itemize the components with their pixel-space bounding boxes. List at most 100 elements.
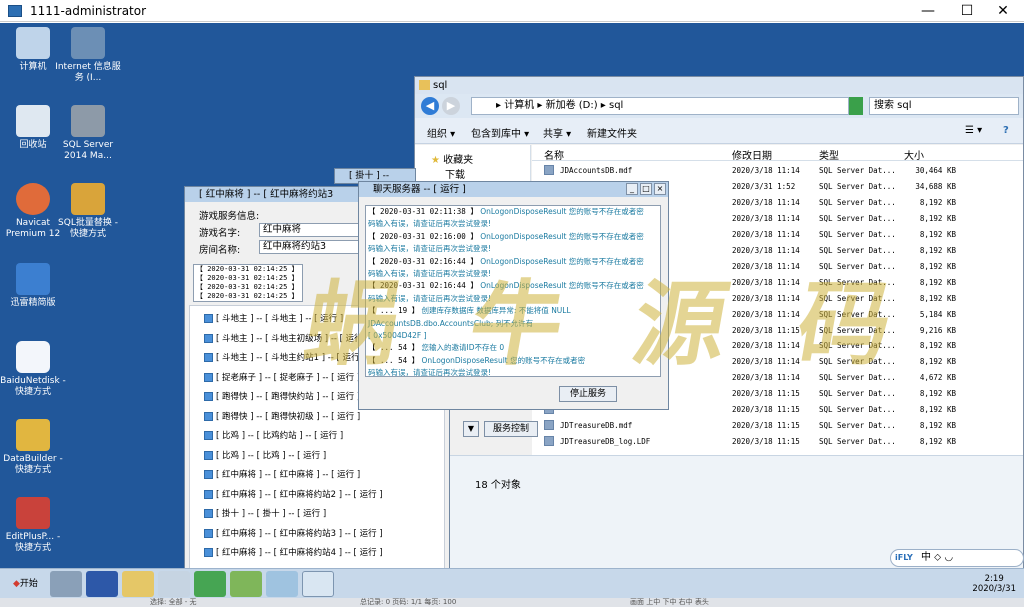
- service-list-item[interactable]: [ 红中麻将 ] -- [ 红中麻将约站2 ] -- [ 运行 ]: [204, 488, 383, 500]
- refresh-icon[interactable]: [849, 97, 863, 115]
- game-service-icon: [204, 314, 213, 323]
- scroll-down-button[interactable]: ▼: [463, 421, 479, 437]
- rdp-title: 1111-administrator: [30, 4, 147, 18]
- service-control-button[interactable]: 服务控制: [484, 421, 538, 437]
- desktop-icon-label: EditPlusP... - 快捷方式: [5, 532, 61, 553]
- include-in-library-menu[interactable]: 包含到库中 ▾: [471, 125, 529, 140]
- file-icon: [544, 420, 554, 431]
- new-folder-button[interactable]: 新建文件夹: [587, 125, 637, 140]
- file-type: SQL Server Dat...: [819, 405, 896, 415]
- file-row[interactable]: JDTreasureDB.mdf 2020/3/18 11:15 SQL Serve…: [532, 417, 1023, 433]
- service-list-item[interactable]: [ 跑得快 ] -- [ 跑得快约站 ] -- [ 运行 ]: [204, 390, 360, 402]
- file-size: 8,192 KB: [919, 213, 956, 223]
- status-line-b: 总记录: 0 页码: 1/1 每页: 100: [360, 598, 457, 606]
- explorer-address-bar: ◀ ▶ ▸ 计算机 ▸ 新加卷 (D:) ▸ sql 搜索 sql: [415, 94, 1023, 118]
- service-list-item[interactable]: [ 跑得快 ] -- [ 跑得快初级 ] -- [ 运行 ]: [204, 410, 360, 422]
- minimize-button[interactable]: —: [913, 1, 943, 21]
- log-line: 【 2020-03-31 02:14:25 】: [196, 283, 299, 291]
- game-service-icon: [204, 489, 213, 499]
- ime-toolbar[interactable]: iFLY 中 ⬦ ◡: [890, 549, 1024, 567]
- desktop-icon-sql-server[interactable]: SQL Server 2014 Ma...: [55, 105, 121, 162]
- clock[interactable]: 2:19 2020/3/31: [972, 574, 1016, 594]
- service-list-item[interactable]: [ 红中麻将 ] -- [ 红中麻将 ] -- [ 运行 ]: [204, 468, 360, 480]
- desktop-icon-thunder[interactable]: 迅雷精简版: [0, 263, 66, 309]
- thunder-icon: [16, 263, 50, 295]
- taskbar-powershell-icon[interactable]: [86, 571, 118, 597]
- chat-maximize-button[interactable]: □: [640, 183, 652, 195]
- taskbar-recycle-icon[interactable]: [194, 571, 226, 597]
- desktop-icon-label: 迅雷精简版: [10, 298, 56, 308]
- game-service-icon: [204, 450, 213, 460]
- share-menu[interactable]: 共享 ▾: [543, 125, 571, 140]
- taskbar-chart-icon[interactable]: [230, 571, 262, 597]
- desktop-icon-baidunetdisk[interactable]: BaiduNetdisk - 快捷方式: [0, 341, 66, 398]
- chat-close-button[interactable]: ×: [654, 183, 666, 195]
- stop-service-button[interactable]: 停止服务: [559, 386, 617, 402]
- column-type[interactable]: 类型: [819, 147, 839, 162]
- help-icon[interactable]: ?: [1003, 125, 1009, 136]
- game-service-icon: [204, 372, 213, 382]
- chat-service-title: 聊天服务器 -- [ 运行 ] _ □ ×: [359, 182, 668, 197]
- file-row[interactable]: JDTreasureDB_log.LDF 2020/3/18 11:15 SQL S…: [532, 433, 1023, 449]
- status-line-a: 选择: 全部 - 无: [150, 598, 197, 606]
- forward-button[interactable]: ▶: [442, 97, 460, 115]
- service-list-item[interactable]: [ 红中麻将 ] -- [ 红中麻将约站4 ] -- [ 运行 ]: [204, 546, 383, 558]
- address-path[interactable]: ▸ 计算机 ▸ 新加卷 (D:) ▸ sql: [471, 97, 849, 115]
- maximize-button[interactable]: ☐: [952, 1, 982, 21]
- clock-time: 2:19: [984, 574, 1004, 584]
- back-button[interactable]: ◀: [421, 97, 439, 115]
- close-button[interactable]: ✕: [988, 1, 1018, 21]
- desktop-icon-label: DataBuilder - 快捷方式: [3, 454, 63, 475]
- databuilder-icon: [16, 419, 50, 451]
- service-list-item[interactable]: [ 掛十 ] -- [ 掛十 ] -- [ 运行 ]: [204, 507, 326, 519]
- service-item-label: [ 红中麻将 ] -- [ 红中麻将约站3 ] -- [ 运行 ]: [216, 528, 383, 539]
- taskbar-server-manager-icon[interactable]: [50, 571, 82, 597]
- taskbar-service-icon[interactable]: [302, 571, 334, 597]
- desktop-icon-label: Navicat Premium 12: [5, 218, 61, 239]
- game-service-icon: [204, 509, 213, 518]
- file-type: SQL Server Dat...: [819, 181, 896, 191]
- column-name[interactable]: 名称: [544, 147, 564, 162]
- file-date: 2020/3/18 11:15: [732, 437, 800, 447]
- file-size: 34,688 KB: [915, 181, 956, 191]
- organize-menu[interactable]: 组织 ▾: [427, 125, 455, 140]
- item-count: 18 个对象: [475, 480, 521, 491]
- service-list-item[interactable]: [ 比鸡 ] -- [ 比鸡 ] -- [ 运行 ]: [204, 449, 326, 461]
- start-button[interactable]: ◆开始: [5, 573, 41, 595]
- game-service-icon: [204, 392, 213, 401]
- file-size: 8,192 KB: [919, 421, 956, 431]
- service-list-item[interactable]: [ 红中麻将 ] -- [ 红中麻将约站3 ] -- [ 运行 ]: [204, 527, 383, 539]
- file-name: JDAccountsDB.mdf: [560, 166, 633, 175]
- file-type: SQL Server Dat...: [819, 421, 896, 431]
- taskbar-chat-icon[interactable]: [266, 571, 298, 597]
- desktop-icon-iis[interactable]: Internet 信息服务 (I...: [55, 27, 121, 84]
- service-item-label: [ 红中麻将 ] -- [ 红中麻将约站2 ] -- [ 运行 ]: [216, 489, 383, 500]
- chat-minimize-button[interactable]: _: [626, 183, 638, 195]
- nav-downloads[interactable]: 下载: [445, 166, 465, 181]
- view-options-icon[interactable]: ☰ ▾: [965, 125, 982, 136]
- search-input[interactable]: 搜索 sql: [869, 97, 1019, 115]
- folder-icon: [419, 80, 430, 90]
- chat-service-title-text: 聊天服务器 -- [ 运行 ]: [373, 184, 466, 195]
- desktop-icon-sql-replace[interactable]: SQL批量替换 - 快捷方式: [55, 183, 121, 240]
- column-size[interactable]: 大小: [904, 147, 924, 162]
- nav-favorites[interactable]: ★ 收藏夹: [431, 151, 473, 166]
- file-size: 8,192 KB: [919, 197, 956, 207]
- game-service-icon: [204, 470, 213, 479]
- desktop-icon-editplus[interactable]: EditPlusP... - 快捷方式: [0, 497, 66, 554]
- service-item-label: [ 跑得快 ] -- [ 跑得快约站 ] -- [ 运行 ]: [216, 392, 361, 402]
- file-type: SQL Server Dat...: [819, 166, 896, 175]
- chat-log-line: 【 2020-03-31 02:16:00 】 OnLogonDisposeRe…: [368, 231, 658, 243]
- column-date[interactable]: 修改日期: [732, 147, 772, 162]
- taskbar-tools-icon[interactable]: [158, 571, 190, 597]
- file-type: SQL Server Dat...: [819, 213, 896, 223]
- service-list-item[interactable]: [ 比鸡 ] -- [ 比鸡约站 ] -- [ 运行 ]: [204, 429, 343, 441]
- desktop-icon-databuilder[interactable]: DataBuilder - 快捷方式: [0, 419, 66, 476]
- watermark-text: 蜗 牛 源 码: [297, 270, 921, 378]
- taskbar-explorer-icon[interactable]: [122, 571, 154, 597]
- file-row[interactable]: JDAccountsDB.mdf 2020/3/18 11:14 SQL Serve…: [532, 162, 1023, 178]
- chat-log-line: 码输入有误，请查证后再次尝试登录!: [368, 218, 658, 230]
- game-service-icon: [204, 353, 213, 362]
- file-size: 8,192 KB: [919, 341, 956, 351]
- file-size: 30,464 KB: [915, 166, 956, 175]
